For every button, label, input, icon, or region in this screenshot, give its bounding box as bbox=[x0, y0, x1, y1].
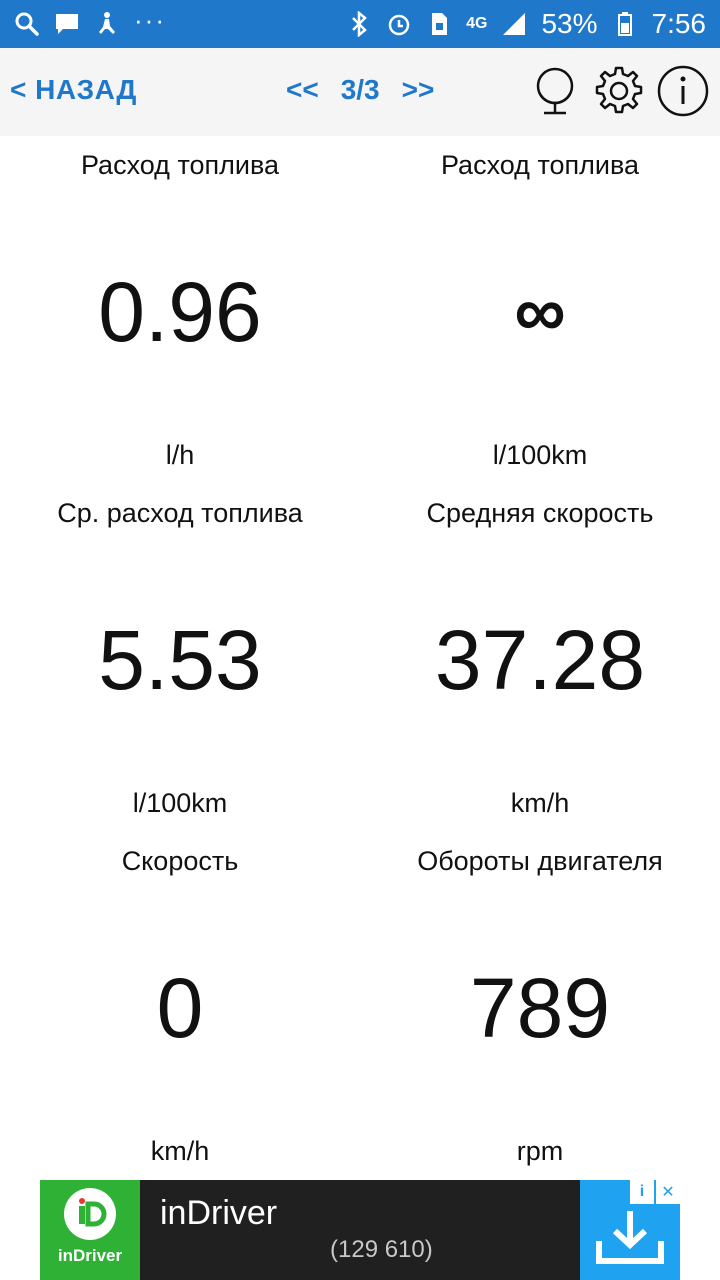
bluetooth-icon bbox=[346, 11, 372, 37]
status-bar-left: ··· bbox=[14, 7, 166, 37]
gauge-unit: l/h bbox=[165, 440, 195, 470]
gauge-unit: km/h bbox=[150, 1136, 210, 1166]
more-dots-icon: ··· bbox=[134, 5, 166, 35]
pager: << 3/3 >> bbox=[286, 74, 434, 106]
toolbar: < НАЗАД << 3/3 >> bbox=[0, 48, 720, 136]
gauge-speed[interactable]: Скорость 0 km/h bbox=[0, 832, 360, 1180]
signal-icon bbox=[501, 11, 527, 37]
sim-icon bbox=[426, 11, 452, 37]
toolbar-icons bbox=[528, 64, 710, 118]
globe-icon[interactable] bbox=[528, 64, 582, 118]
gauge-avg-fuel[interactable]: Ср. расход топлива 5.53 l/100km bbox=[0, 484, 360, 832]
gauge-unit: km/h bbox=[510, 788, 570, 818]
gauge-unit: l/100km bbox=[132, 788, 228, 818]
page-indicator: 3/3 bbox=[340, 74, 380, 105]
gauge-unit: rpm bbox=[516, 1136, 564, 1166]
chat-icon bbox=[54, 11, 80, 37]
gear-icon[interactable] bbox=[592, 64, 646, 118]
status-bar: ··· 4G 53% 7:56 bbox=[0, 0, 720, 48]
ad-install-button[interactable]: i ✕ bbox=[580, 1180, 680, 1280]
gauge-fuel-per-100km[interactable]: Расход топлива ∞ l/100km bbox=[360, 136, 720, 484]
alarm-icon bbox=[386, 11, 412, 37]
gauge-title: Ср. расход топлива bbox=[57, 498, 303, 528]
gauge-value: 37.28 bbox=[434, 613, 646, 707]
gauge-value: 0 bbox=[156, 961, 204, 1055]
accessibility-icon bbox=[94, 11, 120, 37]
gauge-title: Обороты двигателя bbox=[417, 846, 663, 876]
ad-close-icon[interactable]: ✕ bbox=[656, 1180, 680, 1204]
ad-rating-count: (129 610) bbox=[330, 1236, 433, 1263]
network-type: 4G bbox=[466, 15, 488, 32]
back-button[interactable]: < НАЗАД bbox=[10, 74, 137, 106]
gauge-rpm[interactable]: Обороты двигателя 789 rpm bbox=[360, 832, 720, 1180]
gauge-title: Средняя скорость bbox=[426, 498, 654, 528]
gauge-title: Расход топлива bbox=[80, 150, 280, 180]
clock: 7:56 bbox=[651, 8, 707, 39]
gauge-unit: l/100km bbox=[492, 440, 588, 470]
indriver-logo-icon bbox=[64, 1188, 116, 1240]
ad-logo-text: inDriver bbox=[57, 1246, 123, 1265]
status-bar-right: 4G 53% 7:56 bbox=[346, 8, 706, 40]
ad-title: inDriver bbox=[160, 1194, 278, 1232]
search-icon bbox=[14, 11, 40, 37]
gauge-value: 789 bbox=[469, 961, 611, 1055]
next-page-button[interactable]: >> bbox=[402, 74, 435, 106]
ad-info-icon[interactable]: i bbox=[630, 1180, 654, 1204]
gauge-value: ∞ bbox=[514, 272, 566, 352]
ad-banner[interactable]: inDriver inDriver (129 610) i ✕ bbox=[40, 1180, 680, 1280]
gauge-fuel-rate[interactable]: Расход топлива 0.96 l/h bbox=[0, 136, 360, 484]
battery-icon bbox=[612, 11, 638, 37]
gauge-value: 5.53 bbox=[98, 613, 262, 707]
gauge-title: Расход топлива bbox=[440, 150, 640, 180]
prev-page-button[interactable]: << bbox=[286, 74, 319, 106]
gauge-value: 0.96 bbox=[98, 265, 262, 359]
battery-percent: 53% bbox=[541, 8, 598, 39]
gauge-avg-speed[interactable]: Средняя скорость 37.28 km/h bbox=[360, 484, 720, 832]
download-icon bbox=[595, 1209, 665, 1270]
ad-body[interactable]: inDriver (129 610) bbox=[140, 1180, 580, 1280]
ad-logo[interactable]: inDriver bbox=[40, 1180, 140, 1280]
ad-badges: i ✕ bbox=[630, 1180, 680, 1204]
gauge-title: Скорость bbox=[121, 846, 239, 876]
gauges-grid: Расход топлива 0.96 l/h Расход топлива ∞… bbox=[0, 136, 720, 1180]
info-icon[interactable] bbox=[656, 64, 710, 118]
